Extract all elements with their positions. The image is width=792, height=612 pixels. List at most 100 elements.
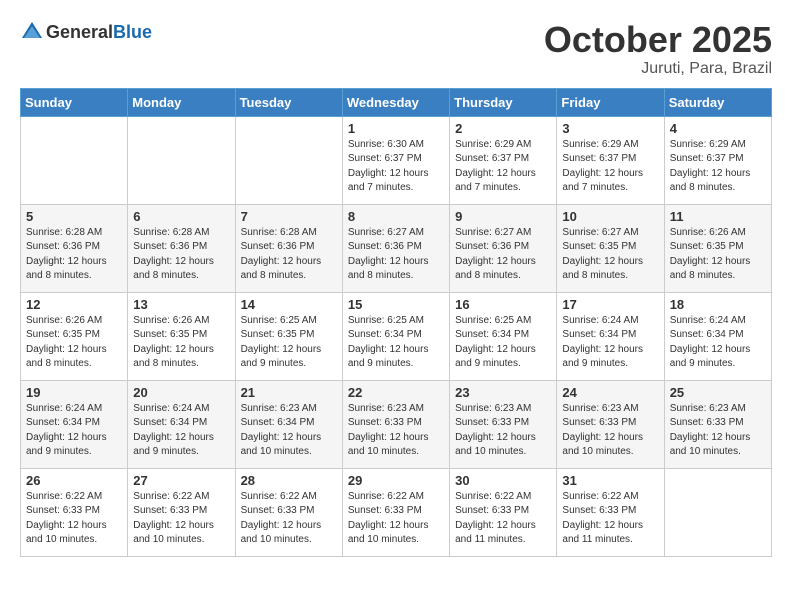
calendar-day-cell: 6 Sunrise: 6:28 AM Sunset: 6:36 PM Daylig…: [128, 204, 235, 292]
day-of-week-header: Tuesday: [235, 88, 342, 116]
day-number: 18: [670, 297, 766, 312]
day-number: 17: [562, 297, 658, 312]
day-info: Sunrise: 6:22 AM Sunset: 6:33 PM Dayligh…: [26, 490, 122, 548]
day-info: Sunrise: 6:24 AM Sunset: 6:34 PM Dayligh…: [133, 402, 229, 460]
calendar-day-cell: 23 Sunrise: 6:23 AM Sunset: 6:33 PM Dayli…: [450, 380, 557, 468]
calendar-day-cell: 10Sunrise: 6:27 AM Sunset: 6:35 PM Dayli…: [557, 204, 664, 292]
day-info: Sunrise: 6:26 AM Sunset: 6:35 PM Dayligh…: [670, 226, 766, 284]
day-info: Sunrise: 6:27 AM Sunset: 6:36 PM Dayligh…: [348, 226, 444, 284]
day-number: 13: [133, 297, 229, 312]
day-info: Sunrise: 6:26 AM Sunset: 6:35 PM Dayligh…: [26, 314, 122, 372]
calendar-day-cell: [664, 468, 771, 556]
day-of-week-header: Wednesday: [342, 88, 449, 116]
day-info: Sunrise: 6:28 AM Sunset: 6:36 PM Dayligh…: [26, 226, 122, 284]
day-info: Sunrise: 6:22 AM Sunset: 6:33 PM Dayligh…: [562, 490, 658, 548]
calendar-day-cell: 8 Sunrise: 6:27 AM Sunset: 6:36 PM Daylig…: [342, 204, 449, 292]
calendar-day-cell: 19Sunrise: 6:24 AM Sunset: 6:34 PM Dayli…: [21, 380, 128, 468]
calendar-day-cell: 25 Sunrise: 6:23 AM Sunset: 6:33 PM Dayli…: [664, 380, 771, 468]
calendar-day-cell: 30Sunrise: 6:22 AM Sunset: 6:33 PM Dayli…: [450, 468, 557, 556]
calendar-day-cell: 31 Sunrise: 6:22 AM Sunset: 6:33 PM Dayli…: [557, 468, 664, 556]
calendar-week-row: 19Sunrise: 6:24 AM Sunset: 6:34 PM Dayli…: [21, 380, 772, 468]
day-number: 21: [241, 385, 337, 400]
day-info: Sunrise: 6:29 AM Sunset: 6:37 PM Dayligh…: [455, 138, 551, 196]
location-text: Juruti, Para, Brazil: [544, 60, 772, 78]
day-number: 3: [562, 121, 658, 136]
day-info: Sunrise: 6:22 AM Sunset: 6:33 PM Dayligh…: [133, 490, 229, 548]
day-number: 20: [133, 385, 229, 400]
calendar-week-row: 1Sunrise: 6:30 AM Sunset: 6:37 PM Daylig…: [21, 116, 772, 204]
day-of-week-header: Sunday: [21, 88, 128, 116]
day-number: 25: [670, 385, 766, 400]
day-number: 27: [133, 473, 229, 488]
day-info: Sunrise: 6:23 AM Sunset: 6:33 PM Dayligh…: [455, 402, 551, 460]
day-info: Sunrise: 6:24 AM Sunset: 6:34 PM Dayligh…: [670, 314, 766, 372]
calendar-day-cell: 21Sunrise: 6:23 AM Sunset: 6:34 PM Dayli…: [235, 380, 342, 468]
calendar-day-cell: 24Sunrise: 6:23 AM Sunset: 6:33 PM Dayli…: [557, 380, 664, 468]
calendar-day-cell: 28 Sunrise: 6:22 AM Sunset: 6:33 PM Dayli…: [235, 468, 342, 556]
day-info: Sunrise: 6:23 AM Sunset: 6:33 PM Dayligh…: [670, 402, 766, 460]
day-info: Sunrise: 6:24 AM Sunset: 6:34 PM Dayligh…: [26, 402, 122, 460]
day-of-week-header: Friday: [557, 88, 664, 116]
day-info: Sunrise: 6:29 AM Sunset: 6:37 PM Dayligh…: [670, 138, 766, 196]
calendar-day-cell: 17 Sunrise: 6:24 AM Sunset: 6:34 PM Dayli…: [557, 292, 664, 380]
day-number: 23: [455, 385, 551, 400]
day-number: 14: [241, 297, 337, 312]
calendar-day-cell: 26 Sunrise: 6:22 AM Sunset: 6:33 PM Dayli…: [21, 468, 128, 556]
day-number: 12: [26, 297, 122, 312]
day-info: Sunrise: 6:23 AM Sunset: 6:33 PM Dayligh…: [562, 402, 658, 460]
calendar-day-cell: 16Sunrise: 6:25 AM Sunset: 6:34 PM Dayli…: [450, 292, 557, 380]
day-number: 31: [562, 473, 658, 488]
calendar-day-cell: 20 Sunrise: 6:24 AM Sunset: 6:34 PM Dayli…: [128, 380, 235, 468]
day-of-week-header: Saturday: [664, 88, 771, 116]
day-info: Sunrise: 6:27 AM Sunset: 6:36 PM Dayligh…: [455, 226, 551, 284]
calendar-day-cell: 14 Sunrise: 6:25 AM Sunset: 6:35 PM Dayli…: [235, 292, 342, 380]
calendar-day-cell: 9 Sunrise: 6:27 AM Sunset: 6:36 PM Daylig…: [450, 204, 557, 292]
day-number: 4: [670, 121, 766, 136]
day-number: 28: [241, 473, 337, 488]
day-info: Sunrise: 6:30 AM Sunset: 6:37 PM Dayligh…: [348, 138, 444, 196]
month-title: October 2025: [544, 20, 772, 60]
title-block: October 2025 Juruti, Para, Brazil: [544, 20, 772, 78]
day-number: 2: [455, 121, 551, 136]
day-number: 26: [26, 473, 122, 488]
calendar-day-cell: 27 Sunrise: 6:22 AM Sunset: 6:33 PM Dayli…: [128, 468, 235, 556]
logo: GeneralBlue: [20, 20, 152, 44]
calendar-day-cell: 1Sunrise: 6:30 AM Sunset: 6:37 PM Daylig…: [342, 116, 449, 204]
day-number: 10: [562, 209, 658, 224]
calendar-day-cell: 18 Sunrise: 6:24 AM Sunset: 6:34 PM Dayli…: [664, 292, 771, 380]
day-info: Sunrise: 6:28 AM Sunset: 6:36 PM Dayligh…: [133, 226, 229, 284]
calendar-day-cell: 2 Sunrise: 6:29 AM Sunset: 6:37 PM Daylig…: [450, 116, 557, 204]
calendar-day-cell: 15 Sunrise: 6:25 AM Sunset: 6:34 PM Dayli…: [342, 292, 449, 380]
calendar-day-cell: 4 Sunrise: 6:29 AM Sunset: 6:37 PM Daylig…: [664, 116, 771, 204]
day-number: 9: [455, 209, 551, 224]
calendar-table: SundayMondayTuesdayWednesdayThursdayFrid…: [20, 88, 772, 557]
day-of-week-header: Monday: [128, 88, 235, 116]
day-info: Sunrise: 6:25 AM Sunset: 6:34 PM Dayligh…: [348, 314, 444, 372]
day-number: 29: [348, 473, 444, 488]
calendar-day-cell: 5Sunrise: 6:28 AM Sunset: 6:36 PM Daylig…: [21, 204, 128, 292]
day-info: Sunrise: 6:26 AM Sunset: 6:35 PM Dayligh…: [133, 314, 229, 372]
day-info: Sunrise: 6:22 AM Sunset: 6:33 PM Dayligh…: [241, 490, 337, 548]
calendar-day-cell: [235, 116, 342, 204]
day-info: Sunrise: 6:22 AM Sunset: 6:33 PM Dayligh…: [348, 490, 444, 548]
calendar-week-row: 12 Sunrise: 6:26 AM Sunset: 6:35 PM Dayli…: [21, 292, 772, 380]
day-number: 16: [455, 297, 551, 312]
day-of-week-header: Thursday: [450, 88, 557, 116]
calendar-day-cell: 29 Sunrise: 6:22 AM Sunset: 6:33 PM Dayli…: [342, 468, 449, 556]
day-number: 11: [670, 209, 766, 224]
day-info: Sunrise: 6:25 AM Sunset: 6:35 PM Dayligh…: [241, 314, 337, 372]
logo-blue-text: Blue: [113, 22, 152, 42]
calendar-day-cell: [128, 116, 235, 204]
day-info: Sunrise: 6:23 AM Sunset: 6:33 PM Dayligh…: [348, 402, 444, 460]
calendar-day-cell: 12 Sunrise: 6:26 AM Sunset: 6:35 PM Dayli…: [21, 292, 128, 380]
day-number: 15: [348, 297, 444, 312]
calendar-week-row: 5Sunrise: 6:28 AM Sunset: 6:36 PM Daylig…: [21, 204, 772, 292]
day-number: 6: [133, 209, 229, 224]
day-number: 8: [348, 209, 444, 224]
page-header: GeneralBlue October 2025 Juruti, Para, B…: [20, 20, 772, 78]
day-number: 7: [241, 209, 337, 224]
day-info: Sunrise: 6:24 AM Sunset: 6:34 PM Dayligh…: [562, 314, 658, 372]
day-info: Sunrise: 6:22 AM Sunset: 6:33 PM Dayligh…: [455, 490, 551, 548]
day-info: Sunrise: 6:29 AM Sunset: 6:37 PM Dayligh…: [562, 138, 658, 196]
calendar-day-cell: 13 Sunrise: 6:26 AM Sunset: 6:35 PM Dayli…: [128, 292, 235, 380]
